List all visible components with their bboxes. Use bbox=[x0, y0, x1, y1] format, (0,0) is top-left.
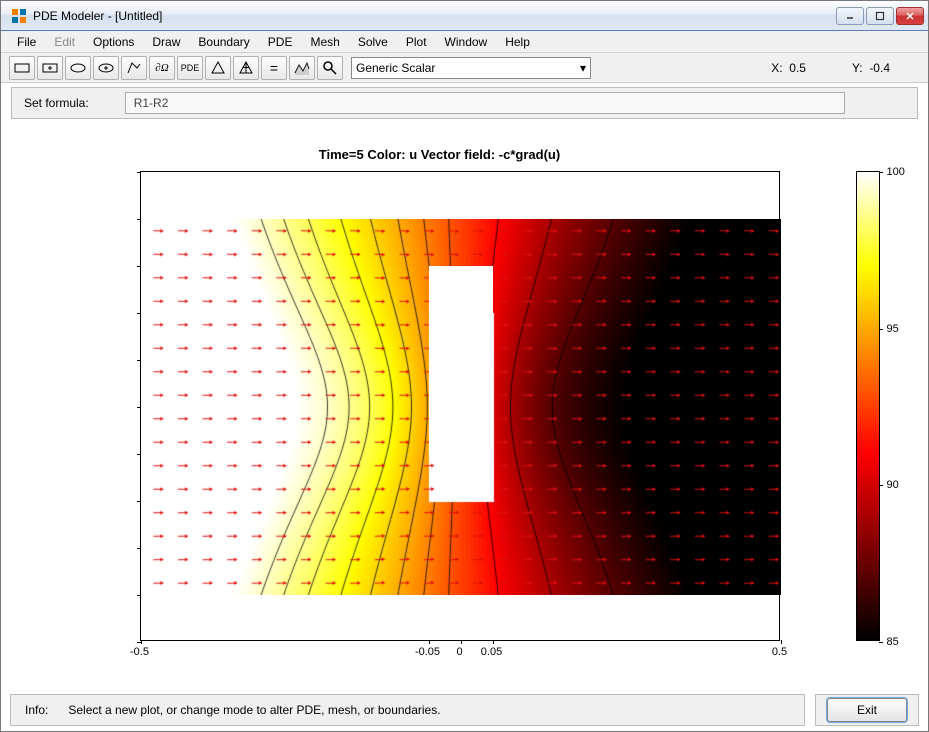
colorbar: 100959085 bbox=[856, 171, 880, 641]
plot-icon[interactable] bbox=[289, 56, 315, 80]
x-value: 0.5 bbox=[789, 61, 806, 75]
mesh-icon[interactable] bbox=[205, 56, 231, 80]
menu-options[interactable]: Options bbox=[85, 33, 142, 51]
polygon-icon[interactable] bbox=[121, 56, 147, 80]
menu-mesh[interactable]: Mesh bbox=[302, 33, 347, 51]
app-mode-dropdown[interactable]: Generic Scalar ▾ bbox=[351, 57, 591, 79]
menu-pde[interactable]: PDE bbox=[260, 33, 301, 51]
formula-input[interactable] bbox=[125, 92, 845, 114]
axes[interactable] bbox=[140, 171, 780, 641]
y-tick-label: -1 bbox=[0, 635, 118, 647]
x-label: X: bbox=[771, 61, 782, 75]
exit-panel: Exit bbox=[815, 694, 919, 726]
plot-title: Time=5 Color: u Vector field: -c*grad(u) bbox=[30, 147, 850, 162]
menu-file[interactable]: File bbox=[9, 33, 44, 51]
menu-draw[interactable]: Draw bbox=[144, 33, 188, 51]
rect-center-icon[interactable] bbox=[37, 56, 63, 80]
menu-solve[interactable]: Solve bbox=[350, 33, 396, 51]
y-tick-label: -0.8 bbox=[0, 588, 118, 600]
colorbar-tick: 100 bbox=[887, 166, 905, 178]
y-tick-label: 0.4 bbox=[0, 306, 118, 318]
menu-window[interactable]: Window bbox=[437, 33, 496, 51]
refine-icon[interactable] bbox=[233, 56, 259, 80]
y-tick-label: 0 bbox=[0, 400, 118, 412]
exit-button[interactable]: Exit bbox=[827, 698, 907, 722]
solve-icon[interactable]: = bbox=[261, 56, 287, 80]
dropdown-value: Generic Scalar bbox=[356, 61, 435, 75]
info-text: Select a new plot, or change mode to alt… bbox=[68, 703, 790, 717]
y-tick-label: -0.2 bbox=[0, 447, 118, 459]
app-icon bbox=[11, 8, 27, 24]
zoom-icon[interactable] bbox=[317, 56, 343, 80]
maximize-button[interactable] bbox=[866, 7, 894, 25]
titlebar: PDE Modeler - [Untitled] bbox=[1, 1, 928, 31]
plot-area: Time=5 Color: u Vector field: -c*grad(u)… bbox=[30, 139, 900, 679]
ellipse-center-icon[interactable] bbox=[93, 56, 119, 80]
y-tick-label: -0.6 bbox=[0, 541, 118, 553]
chevron-down-icon: ▾ bbox=[580, 61, 586, 75]
colorbar-tick: 90 bbox=[887, 479, 899, 491]
info-label: Info: bbox=[25, 703, 48, 717]
menubar: FileEditOptionsDrawBoundaryPDEMeshSolveP… bbox=[1, 31, 928, 53]
y-tick-label: -0.4 bbox=[0, 494, 118, 506]
boundary-icon[interactable]: ∂Ω bbox=[149, 56, 175, 80]
y-value: -0.4 bbox=[869, 61, 890, 75]
menu-boundary[interactable]: Boundary bbox=[190, 33, 257, 51]
rect-icon[interactable] bbox=[9, 56, 35, 80]
x-tick-label: -0.05 bbox=[415, 646, 440, 658]
x-tick-label: 0.5 bbox=[772, 646, 787, 658]
menu-edit: Edit bbox=[46, 33, 83, 51]
colorbar-tick: 85 bbox=[887, 636, 899, 648]
y-tick-label: 0.6 bbox=[0, 259, 118, 271]
coord-display: X: 0.5 Y: -0.4 bbox=[771, 61, 920, 75]
info-bar: Info: Select a new plot, or change mode … bbox=[10, 694, 805, 726]
y-tick-label: 0.8 bbox=[0, 212, 118, 224]
formula-bar: Set formula: bbox=[11, 87, 918, 119]
menu-help[interactable]: Help bbox=[497, 33, 538, 51]
minimize-button[interactable] bbox=[836, 7, 864, 25]
y-tick-label: 0.2 bbox=[0, 353, 118, 365]
close-button[interactable] bbox=[896, 7, 924, 25]
y-tick-label: 1 bbox=[0, 165, 118, 177]
x-tick-label: 0.05 bbox=[481, 646, 502, 658]
window-title: PDE Modeler - [Untitled] bbox=[33, 9, 836, 23]
formula-label: Set formula: bbox=[24, 96, 89, 110]
colorbar-tick: 95 bbox=[887, 323, 899, 335]
window-controls bbox=[836, 7, 924, 25]
x-tick-label: -0.5 bbox=[130, 646, 149, 658]
y-label: Y: bbox=[852, 61, 863, 75]
x-tick-label: 0 bbox=[456, 646, 462, 658]
ellipse-icon[interactable] bbox=[65, 56, 91, 80]
pde-icon[interactable]: PDE bbox=[177, 56, 203, 80]
domain-hole bbox=[429, 266, 493, 454]
toolbar: ∂Ω PDE = Generic Scalar ▾ X: 0.5 Y: -0.4 bbox=[1, 53, 928, 83]
menu-plot[interactable]: Plot bbox=[398, 33, 435, 51]
